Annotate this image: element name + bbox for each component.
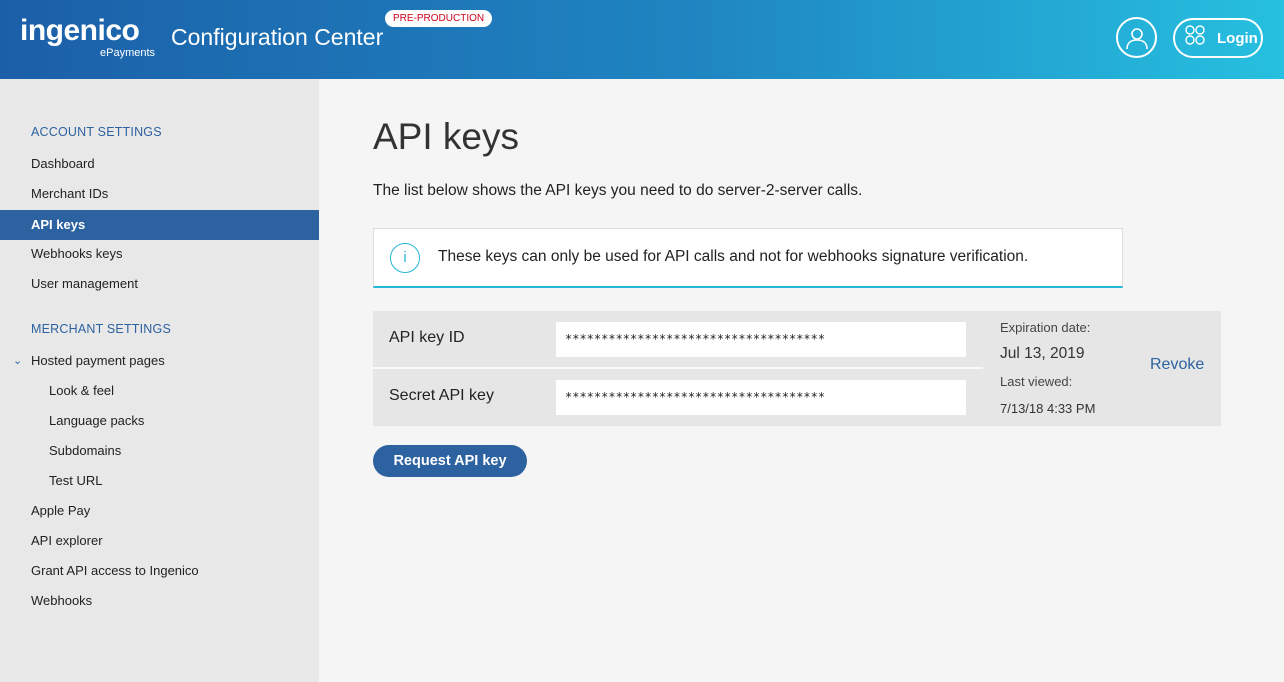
page-title: API keys (373, 116, 519, 157)
sidebar-item-apple-pay[interactable]: Apple Pay (0, 496, 319, 526)
row-divider (373, 367, 983, 369)
sidebar-item-user-management[interactable]: User management (0, 269, 319, 299)
top-header: ingenico ePayments Configuration Center … (0, 0, 1284, 79)
sidebar-item-test-url[interactable]: Test URL (0, 466, 319, 496)
secret-api-key-label: Secret API key (389, 387, 494, 404)
info-notice: i These keys can only be used for API ca… (373, 228, 1123, 288)
login-label: Login (1217, 29, 1258, 47)
api-key-id-field[interactable]: ************************************ (556, 322, 966, 357)
merchant-settings-heading: MERCHANT SETTINGS (31, 322, 171, 336)
logo-wordmark: ingenico (20, 14, 140, 47)
api-key-panel: API key ID *****************************… (373, 311, 1221, 426)
secret-api-key-field[interactable]: ************************************ (556, 380, 966, 415)
sidebar-item-api-explorer[interactable]: API explorer (0, 526, 319, 556)
user-icon (1125, 27, 1148, 49)
login-button[interactable]: Login (1173, 18, 1263, 58)
revoke-link[interactable]: Revoke (1150, 356, 1204, 374)
ingenico-logo[interactable]: ingenico ePayments (20, 14, 155, 60)
info-notice-text: These keys can only be used for API call… (438, 248, 1029, 265)
sidebar-item-grant-api-access[interactable]: Grant API access to Ingenico (0, 556, 319, 586)
sidebar-item-hosted-payment-pages[interactable]: ⌄ Hosted payment pages (0, 346, 319, 376)
environment-badge: PRE-PRODUCTION (385, 10, 493, 27)
last-viewed-label: Last viewed: (1000, 374, 1073, 389)
last-viewed-value: 7/13/18 4:33 PM (1000, 401, 1096, 416)
expiration-date-label: Expiration date: (1000, 320, 1091, 335)
logo-subtitle: ePayments (100, 47, 156, 59)
sidebar-item-webhooks-keys[interactable]: Webhooks keys (0, 239, 319, 269)
account-settings-heading: ACCOUNT SETTINGS (31, 125, 162, 139)
sidebar-item-merchant-ids[interactable]: Merchant IDs (0, 179, 319, 209)
chevron-down-icon: ⌄ (13, 355, 23, 367)
apps-grid-icon (1185, 25, 1205, 45)
sidebar-item-webhooks[interactable]: Webhooks (0, 586, 319, 616)
sidebar-item-api-keys[interactable]: API keys (0, 210, 319, 240)
expiration-date-value: Jul 13, 2019 (1000, 345, 1085, 362)
app-title: Configuration Center (171, 24, 384, 50)
request-api-key-button[interactable]: Request API key (373, 445, 527, 477)
api-key-id-label: API key ID (389, 329, 465, 346)
user-account-button[interactable] (1116, 17, 1157, 58)
sidebar: ACCOUNT SETTINGS Dashboard Merchant IDs … (0, 79, 319, 682)
intro-text: The list below shows the API keys you ne… (373, 182, 863, 199)
info-icon: i (390, 243, 420, 273)
main-content: API keys The list below shows the API ke… (319, 79, 1284, 682)
sidebar-item-look-and-feel[interactable]: Look & feel (0, 376, 319, 406)
sidebar-item-language-packs[interactable]: Language packs (0, 406, 319, 436)
sidebar-item-label: Hosted payment pages (31, 353, 165, 368)
sidebar-item-dashboard[interactable]: Dashboard (0, 149, 319, 179)
sidebar-item-subdomains[interactable]: Subdomains (0, 436, 319, 466)
